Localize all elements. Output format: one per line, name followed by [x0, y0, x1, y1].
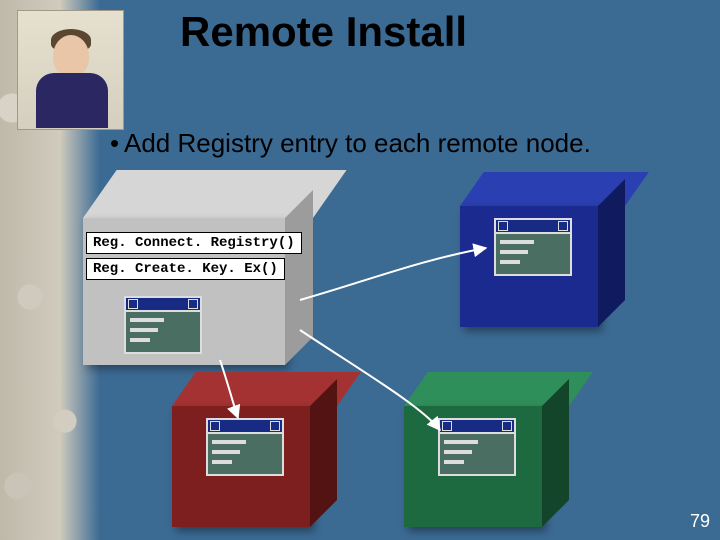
computer-icon [124, 296, 198, 354]
code-label-regcreate: Reg. Create. Key. Ex() [86, 258, 285, 280]
bullet-line: •Add Registry entry to each remote node. [110, 128, 700, 159]
computer-icon [438, 418, 512, 476]
slide-number: 79 [690, 511, 710, 532]
computer-icon [206, 418, 280, 476]
slide-title: Remote Install [180, 8, 700, 56]
presenter-photo [17, 10, 124, 130]
computer-icon [494, 218, 568, 276]
bullet-text: Add Registry entry to each remote node. [124, 128, 591, 158]
code-label-regconnect: Reg. Connect. Registry() [86, 232, 302, 254]
